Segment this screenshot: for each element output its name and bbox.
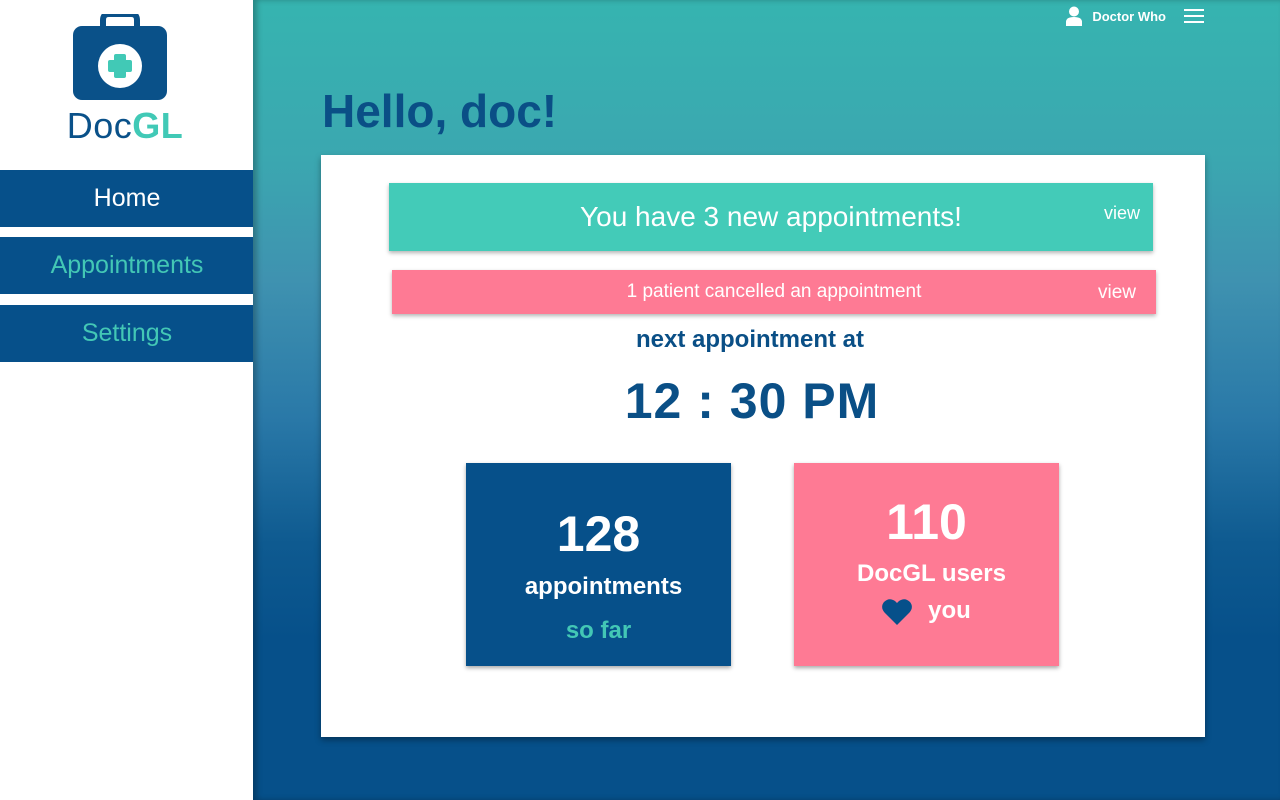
new-appointments-banner: You have 3 new appointments! view: [389, 183, 1153, 251]
page-title: Hello, doc!: [322, 85, 558, 137]
users-label: DocGL users: [857, 560, 1006, 587]
view-new-appointments-link[interactable]: view: [1104, 203, 1140, 224]
sidebar-item-label: Appointments: [50, 251, 204, 279]
sidebar: DocGL Home Appointments Settings: [0, 0, 254, 800]
users-stat-tile: 110 DocGL users you: [794, 463, 1059, 666]
logo-text-accent: GL: [132, 105, 184, 146]
sidebar-item-label: Settings: [81, 319, 173, 347]
users-sub: you: [928, 597, 971, 624]
next-appointment-time: 12 : 30 PM: [624, 373, 880, 429]
new-appointments-message: You have 3 new appointments!: [580, 201, 962, 232]
appointments-label: appointments: [524, 573, 683, 600]
sidebar-item-settings[interactable]: Settings: [0, 305, 254, 362]
logo[interactable]: DocGL: [0, 0, 253, 160]
sidebar-item-home[interactable]: Home: [0, 170, 254, 227]
hamburger-menu-icon[interactable]: [1184, 8, 1204, 24]
appointments-count: 128: [556, 506, 641, 562]
sidebar-item-label: Home: [93, 184, 161, 212]
appointments-stat-tile: 128 appointments so far: [466, 463, 731, 666]
users-count: 110: [886, 494, 967, 550]
cancelled-appointment-banner: 1 patient cancelled an appointment view: [392, 270, 1156, 314]
logo-text: DocGL: [0, 104, 250, 148]
view-cancelled-link[interactable]: view: [1098, 282, 1136, 304]
sidebar-item-appointments[interactable]: Appointments: [0, 237, 254, 294]
heart-icon: [882, 598, 913, 625]
cancelled-appointment-message: 1 patient cancelled an appointment: [626, 281, 922, 302]
logo-text-main: Doc: [66, 105, 133, 146]
users-love-line: you: [794, 597, 1059, 625]
user-icon[interactable]: [1066, 6, 1083, 26]
user-name[interactable]: Doctor Who: [1092, 9, 1166, 24]
medical-kit-icon: [73, 14, 167, 100]
next-appointment-label: next appointment at: [635, 326, 864, 353]
user-bar: Doctor Who: [1066, 5, 1204, 27]
appointments-sub: so far: [565, 617, 632, 644]
